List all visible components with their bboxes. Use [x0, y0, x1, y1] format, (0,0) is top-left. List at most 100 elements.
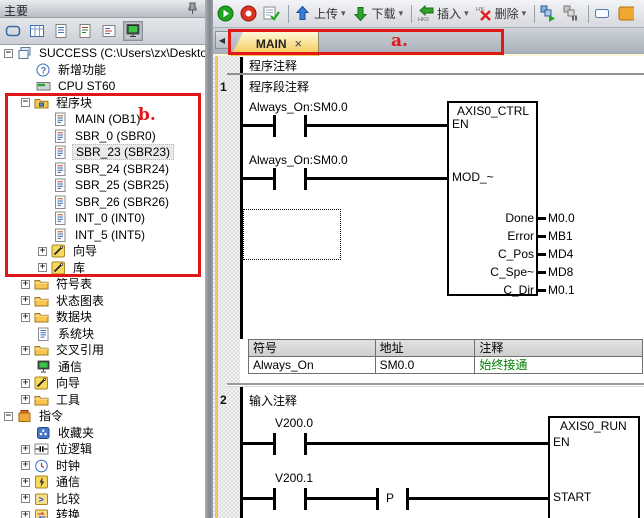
panel-splitter[interactable] — [205, 0, 213, 518]
expand-toggle-icon[interactable]: + — [21, 378, 30, 388]
expand-toggle-icon[interactable]: + — [21, 477, 30, 487]
tree-item[interactable]: + 时钟 — [0, 458, 205, 475]
tree-item[interactable]: − 指令 — [0, 408, 205, 425]
expand-toggle-icon[interactable]: + — [38, 246, 47, 256]
chevron-down-icon[interactable]: ▾ — [522, 8, 527, 19]
tree-item[interactable]: + 位逻辑 — [0, 441, 205, 458]
toolbar-button-clipped-icon[interactable] — [617, 5, 635, 22]
expand-toggle-icon[interactable]: + — [21, 395, 30, 405]
expand-toggle-icon[interactable]: + — [21, 494, 30, 504]
panel-toolbar-button-6[interactable] — [123, 21, 143, 41]
tree-item[interactable]: 收藏夹 — [0, 425, 205, 442]
tree-item[interactable]: + 符号表 — [0, 276, 205, 293]
expand-toggle-icon[interactable]: + — [38, 263, 47, 273]
symbol-cell[interactable]: Always_On — [249, 357, 376, 374]
toolbar-button-stop-icon[interactable] — [240, 5, 257, 22]
tree-item[interactable]: SBR_26 (SBR26) — [0, 194, 205, 211]
tree-item[interactable]: SBR_25 (SBR25) — [0, 177, 205, 194]
network-number: 1 — [220, 80, 227, 94]
program-comment[interactable]: 程序注释 — [249, 57, 297, 74]
tree-item[interactable]: + 交叉引用 — [0, 342, 205, 359]
toolbar-button-上传[interactable]: 上传 ▾ — [294, 5, 346, 22]
output-operand[interactable]: M0.0 — [548, 211, 575, 225]
expand-toggle-icon[interactable]: + — [21, 345, 30, 355]
tree-item[interactable]: − 程序块 — [0, 95, 205, 112]
chevron-down-icon[interactable]: ▾ — [399, 8, 404, 19]
contact-bar[interactable] — [273, 168, 276, 190]
output-operand[interactable]: MB1 — [548, 229, 573, 243]
symbol-table-row[interactable]: Always_On SM0.0 始终接通 — [249, 357, 643, 374]
tree-item[interactable]: − SUCCESS (C:\Users\zx\Desktop\新 — [0, 45, 205, 62]
tree-item[interactable]: INT_5 (INT5) — [0, 227, 205, 244]
tree-item[interactable]: + 转换 — [0, 507, 205, 518]
contact-bar[interactable] — [273, 433, 276, 455]
contact-bar[interactable] — [273, 488, 276, 510]
toolbar-button-插入[interactable]: HK0 插入 ▾ — [417, 5, 469, 22]
expand-toggle-icon[interactable]: + — [21, 461, 30, 471]
toolbar-button-pou-run-icon[interactable] — [540, 5, 557, 22]
toolbar-button-run-icon[interactable] — [217, 5, 234, 22]
tree-item[interactable]: MAIN (OB1) — [0, 111, 205, 128]
output-operand[interactable]: MD4 — [548, 247, 573, 261]
address-cell[interactable]: SM0.0 — [375, 357, 476, 374]
toolbar-button-删除[interactable]: H'K 删除 ▾ — [475, 5, 527, 22]
network-comment[interactable]: 输入注释 — [249, 392, 297, 409]
panel-toolbar-button-5[interactable] — [99, 21, 119, 41]
tree-item[interactable]: + 向导 — [0, 243, 205, 260]
tree-item[interactable]: SBR_23 (SBR23) — [0, 144, 205, 161]
toolbar-button-box-icon[interactable] — [594, 5, 611, 22]
tree-item[interactable]: SBR_0 (SBR0) — [0, 128, 205, 145]
tree-item[interactable]: 系统块 — [0, 326, 205, 343]
contact-bar[interactable] — [273, 115, 276, 137]
tree-item[interactable]: ? 新增功能 — [0, 62, 205, 79]
panel-toolbar-button-4[interactable] — [75, 21, 95, 41]
expand-toggle-icon[interactable]: + — [21, 444, 30, 454]
tree-item[interactable]: SBR_24 (SBR24) — [0, 161, 205, 178]
tree-item[interactable]: CPU ST60 — [0, 78, 205, 95]
tree-item[interactable]: + 数据块 — [0, 309, 205, 326]
panel-toolbar-button-3[interactable] — [51, 21, 71, 41]
panel-toolbar-button-2[interactable] — [27, 21, 47, 41]
collapse-toggle-icon[interactable]: − — [4, 411, 13, 421]
pin-icon[interactable] — [186, 2, 199, 15]
collapse-toggle-icon[interactable]: − — [21, 98, 30, 108]
network-comment[interactable]: 程序段注释 — [249, 78, 309, 95]
output-operand[interactable]: M0.1 — [548, 283, 575, 297]
tree-item-label: 交叉引用 — [56, 343, 105, 358]
contact-label[interactable]: V200.0 — [275, 416, 313, 430]
output-operand[interactable]: MD8 — [548, 265, 573, 279]
comment-cell[interactable]: 始终接通 — [475, 357, 643, 374]
tree-item[interactable]: + 通信 — [0, 474, 205, 491]
empty-element-placeholder[interactable] — [243, 209, 341, 260]
tab-close-icon[interactable]: × — [295, 36, 303, 51]
tree-item[interactable]: INT_0 (INT0) — [0, 210, 205, 227]
collapse-toggle-icon[interactable]: − — [4, 48, 13, 58]
tab-scroll-left-button[interactable]: ◀ — [215, 31, 229, 49]
chevron-down-icon[interactable]: ▾ — [341, 8, 346, 19]
tree-item[interactable]: + > 比较 — [0, 491, 205, 508]
tree-item[interactable]: 通信 — [0, 359, 205, 376]
chevron-down-icon[interactable]: ▾ — [464, 8, 469, 19]
tree-item-label: 向导 — [73, 244, 98, 259]
expand-toggle-icon[interactable]: + — [21, 296, 30, 306]
contact-label[interactable]: Always_On:SM0.0 — [249, 153, 348, 167]
wire — [243, 177, 273, 180]
tree-item[interactable]: + 库 — [0, 260, 205, 277]
toolbar-button-compile-icon[interactable] — [263, 5, 280, 22]
table-icon — [29, 23, 45, 39]
contact-label[interactable]: V200.1 — [275, 471, 313, 485]
tab-main[interactable]: MAIN × — [231, 30, 319, 56]
project-tree-panel: 主要 − SUCCESS (C:\Users\zx\Desktop\新? 新增功能 C… — [0, 0, 205, 518]
expand-toggle-icon[interactable]: + — [21, 312, 30, 322]
panel-toolbar-button-1[interactable] — [3, 21, 23, 41]
expand-toggle-icon[interactable]: + — [21, 279, 30, 289]
tree-item[interactable]: + 状态图表 — [0, 293, 205, 310]
contact-label[interactable]: Always_On:SM0.0 — [249, 100, 348, 114]
edge-contact-bar[interactable] — [376, 488, 379, 510]
tree-item[interactable]: + 向导 — [0, 375, 205, 392]
tree-item[interactable]: + 工具 — [0, 392, 205, 409]
expand-toggle-icon[interactable]: + — [21, 510, 30, 518]
edge-contact-label[interactable]: P — [386, 491, 394, 505]
toolbar-button-下载[interactable]: 下载 ▾ — [352, 5, 404, 22]
toolbar-button-pou-pause-icon[interactable] — [563, 5, 580, 22]
